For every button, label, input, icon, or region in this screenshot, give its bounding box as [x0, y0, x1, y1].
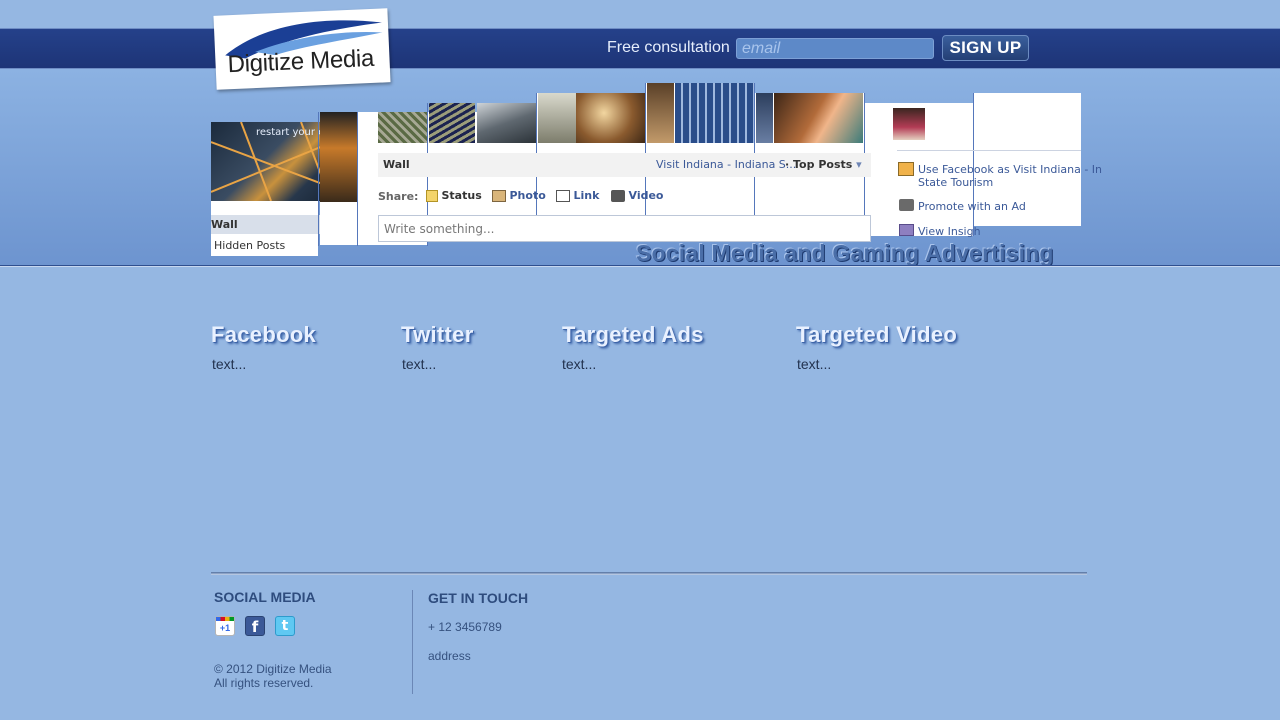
footer-copyright-line1: © 2012 Digitize Media — [214, 662, 332, 676]
fb-video-label: Video — [628, 189, 664, 202]
fb-insights-link[interactable]: View Insigh — [918, 225, 981, 238]
fb-share-video[interactable]: Video — [611, 189, 663, 202]
page-avatar — [893, 108, 925, 140]
footer-phone: + 12 3456789 — [428, 620, 502, 634]
column-text-twitter: text... — [402, 356, 437, 372]
column-title-targeted-video: Targeted Video — [796, 322, 958, 347]
fb-state-tourism[interactable]: State Tourism — [918, 176, 993, 189]
email-input[interactable] — [736, 38, 934, 59]
fb-hidden-posts[interactable]: Hidden Posts — [214, 239, 285, 252]
insights-icon — [899, 224, 914, 236]
cover-photo-5 — [576, 93, 646, 143]
google-plus-label: +1 — [219, 623, 231, 633]
signup-button[interactable]: SIGN UP — [942, 35, 1029, 61]
footer-divider — [412, 590, 413, 694]
footer-contact-heading: GET IN TOUCH — [428, 590, 529, 606]
photo-strip-1 — [320, 112, 357, 202]
twitter-label: t — [281, 618, 289, 634]
cover-photo-6 — [647, 83, 674, 143]
seam-1 — [318, 112, 319, 246]
twitter-icon[interactable]: t — [275, 616, 295, 636]
footer-copyright-line2: All rights reserved. — [214, 676, 314, 690]
fb-composer-placeholder: Write something... — [384, 222, 495, 236]
fb-status-label: Status — [441, 189, 482, 202]
fb-page-name[interactable]: Visit Indiana - Indiana S... — [656, 158, 796, 171]
footer-top-border — [211, 572, 1087, 575]
cover-photo-7 — [675, 83, 754, 143]
free-consultation-label: Free consultation — [607, 39, 730, 56]
cover-photo-3 — [477, 103, 537, 143]
column-title-twitter: Twitter — [401, 322, 474, 347]
fb-use-as-link[interactable]: Use Facebook as Visit Indiana - In — [918, 163, 1102, 176]
fb-photo-label: Photo — [509, 189, 546, 202]
seam-2 — [357, 112, 358, 246]
cover-photo-1 — [378, 112, 428, 143]
cover-photo-8 — [756, 93, 773, 143]
fb-link-label: Link — [573, 189, 600, 202]
photo-icon — [492, 190, 506, 202]
facebook-label: f — [251, 618, 259, 636]
hero-tagline: Social Media and Gaming Advertising — [636, 240, 1054, 266]
footer-social-heading: SOCIAL MEDIA — [214, 589, 316, 605]
fb-promote-link[interactable]: Promote with an Ad — [918, 200, 1026, 213]
fb-share-label: Share: — [378, 190, 419, 203]
hero-bottom-border — [0, 265, 1280, 267]
switch-user-icon — [898, 162, 914, 176]
fb-wall-heading: Wall — [383, 158, 410, 171]
column-text-targeted-video: text... — [797, 356, 832, 372]
column-title-targeted-ads: Targeted Ads — [562, 322, 704, 347]
fb-right-divider — [897, 150, 1081, 151]
fb-share-link[interactable]: Link — [556, 189, 599, 202]
cover-photo-2 — [429, 103, 475, 143]
column-title-facebook: Facebook — [211, 322, 317, 347]
footer-address: address — [428, 649, 471, 663]
fb-share-status[interactable]: Status — [426, 189, 482, 202]
fb-share-photo[interactable]: Photo — [492, 189, 546, 202]
megaphone-icon — [899, 199, 914, 211]
link-icon — [556, 190, 570, 202]
cover-photo-4 — [538, 93, 576, 143]
fb-wall-label: Wall — [211, 218, 238, 231]
chevron-down-icon: ▾ — [856, 158, 862, 171]
google-plus-icon[interactable]: +1 — [215, 616, 235, 636]
fb-top-posts-label: Top Posts — [793, 158, 853, 171]
column-text-facebook: text... — [212, 356, 247, 372]
digitize-media-logo[interactable]: Digitize Media — [213, 8, 391, 90]
video-icon — [611, 190, 625, 202]
cover-photo-9 — [774, 93, 863, 143]
status-icon — [426, 190, 438, 202]
facebook-icon[interactable]: f — [245, 616, 265, 636]
column-text-targeted-ads: text... — [562, 356, 597, 372]
fb-top-posts[interactable]: · Top Posts ▾ — [785, 158, 862, 171]
fb-composer[interactable]: Write something... — [378, 215, 871, 242]
